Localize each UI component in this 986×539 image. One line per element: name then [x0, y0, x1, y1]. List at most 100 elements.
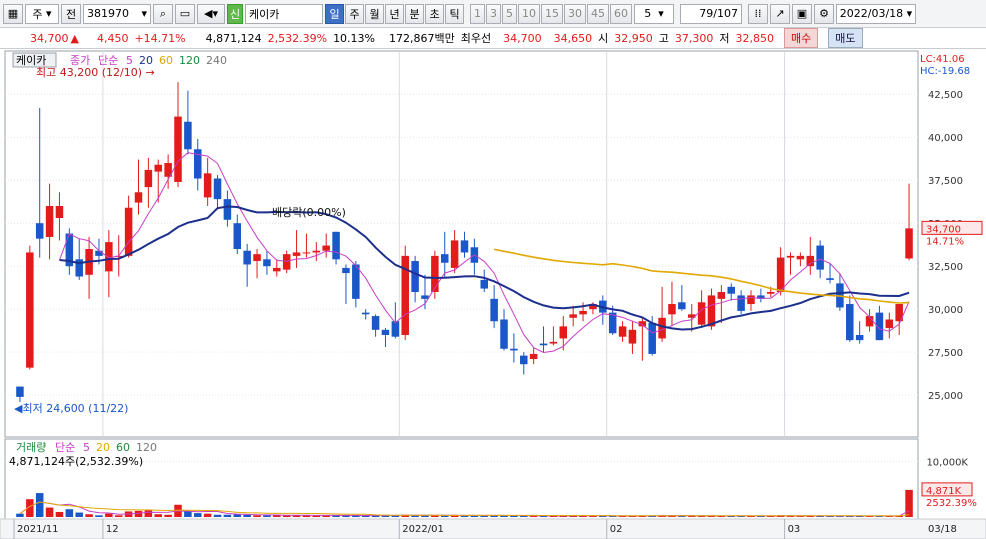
- y-tick-label: 30,000: [928, 305, 963, 316]
- y-tick-label: 40,000: [928, 133, 963, 144]
- open-value: 32,950: [614, 31, 653, 45]
- interval-button-15[interactable]: 15: [541, 3, 563, 24]
- new-listing-badge: 신: [227, 3, 243, 24]
- draw-tool-icon[interactable]: ↗: [770, 3, 790, 24]
- candle-body: [559, 326, 568, 339]
- volume-bar: [114, 515, 123, 517]
- buy-button[interactable]: 매수: [784, 28, 819, 48]
- candle-body: [174, 116, 182, 182]
- interval-button-1[interactable]: 1: [470, 3, 485, 24]
- date-input[interactable]: 2022/03/18 ▾: [836, 3, 916, 24]
- interval-button-5[interactable]: 5: [502, 3, 517, 24]
- period-tab-4[interactable]: 분: [405, 3, 424, 24]
- candle-body: [460, 240, 469, 253]
- dividend-annotation: 배당락(0.00%): [272, 206, 346, 219]
- gear-icon[interactable]: ⚙: [814, 3, 834, 24]
- volume-bar: [510, 515, 518, 517]
- sell-button[interactable]: 매도: [828, 28, 863, 48]
- period-tab-2[interactable]: 월: [365, 3, 384, 24]
- candle-body: [421, 295, 429, 299]
- period-tab-5[interactable]: 초: [425, 3, 444, 24]
- candle-body: [253, 254, 261, 262]
- candle-body: [391, 321, 400, 337]
- candle-body: [668, 304, 676, 315]
- candle-body: [766, 291, 775, 294]
- candle-body: [203, 173, 212, 198]
- candle-body: [263, 259, 271, 267]
- candle-body: [806, 255, 815, 267]
- candle-body: [846, 304, 854, 341]
- candle-body: [361, 312, 370, 315]
- candle-body: [273, 267, 281, 272]
- last-pct-label: 14.71%: [926, 236, 964, 247]
- last-price-label: 34,700: [926, 224, 961, 235]
- volume-bar: [253, 515, 261, 517]
- period-tab-6[interactable]: 틱: [445, 3, 464, 24]
- candle-body: [747, 295, 755, 305]
- volume-bar: [184, 511, 192, 517]
- candle-body: [737, 295, 745, 311]
- interval-button-45[interactable]: 45: [587, 3, 609, 24]
- candle-body: [105, 242, 113, 272]
- date-value: 2022/03/18: [839, 7, 904, 20]
- stock-code-input[interactable]: 381970 ▾: [83, 3, 151, 24]
- candle-body: [233, 223, 242, 249]
- search-icon[interactable]: ⌕: [153, 3, 173, 24]
- quote-bar: 34,700 ▲ 4,450 +14.71% 4,871,124 2,532.3…: [0, 28, 986, 49]
- y-tick-label: 25,000: [928, 391, 963, 402]
- candle-body: [184, 121, 192, 150]
- candle-body: [549, 341, 558, 344]
- lc-label: LC:41.06: [920, 54, 965, 65]
- period-tab-3[interactable]: 년: [385, 3, 404, 24]
- min-annotation: ◀최저 24,600 (11/22): [14, 402, 128, 415]
- trade-value: 172,867백만: [389, 32, 455, 45]
- interval-select[interactable]: 5 ▾: [634, 3, 674, 24]
- candle-body: [648, 322, 656, 354]
- volume-last-label: 4,871K: [926, 486, 962, 497]
- candle-body: [905, 228, 913, 259]
- grid-icon[interactable]: ⁞⁞: [748, 3, 768, 24]
- stock-code-value: 381970: [87, 7, 129, 20]
- volume-legend-item: 단순: [55, 441, 75, 454]
- x-tick-label-end: 03/18: [928, 524, 957, 535]
- current-price: 34,700: [30, 31, 69, 45]
- candle-body: [776, 257, 785, 292]
- volume-bar: [154, 514, 163, 517]
- copy-icon[interactable]: ▭: [175, 3, 195, 24]
- speaker-icon[interactable]: ◀▾: [197, 3, 225, 24]
- chart-settings-icon[interactable]: ▦: [3, 3, 23, 24]
- candle-body: [727, 286, 735, 294]
- candle-body: [16, 386, 24, 397]
- best-ask: 34,700: [503, 31, 542, 45]
- candle-body: [213, 178, 222, 200]
- candle-body: [816, 245, 824, 270]
- volume-tick-label: 10,000K: [926, 457, 968, 468]
- interval-button-60[interactable]: 60: [610, 3, 632, 24]
- interval-button-30[interactable]: 30: [564, 3, 586, 24]
- turnover-rate: 10.13%: [333, 31, 376, 45]
- price-chart[interactable]: 42,50040,00037,50035,00032,50030,00027,5…: [0, 50, 986, 539]
- volume-bar: [144, 510, 153, 517]
- candle-body: [579, 310, 587, 315]
- prev-button[interactable]: 전: [61, 3, 81, 24]
- period-tab-0[interactable]: 일: [325, 3, 344, 24]
- volume-header: 4,871,124주(2,532.39%): [9, 455, 143, 468]
- period-tabs: 일주월년분초틱: [325, 3, 464, 24]
- x-tick-label: 12: [106, 524, 119, 535]
- candle-body: [628, 329, 637, 344]
- candle-body: [717, 291, 726, 299]
- candle-body: [529, 353, 538, 360]
- candle-body: [707, 295, 716, 327]
- volume-bar: [16, 513, 24, 517]
- price-legend-item: 120: [179, 54, 200, 67]
- low-label: 저: [719, 32, 730, 45]
- stock-name-field[interactable]: 케이카: [245, 3, 323, 24]
- period-tab-1[interactable]: 주: [345, 3, 364, 24]
- chart-type-select[interactable]: 주 ▾: [25, 3, 59, 24]
- interval-button-3[interactable]: 3: [486, 3, 501, 24]
- x-tick-label: 02: [610, 524, 623, 535]
- save-icon[interactable]: ▣: [792, 3, 812, 24]
- candle-body: [95, 250, 103, 256]
- price-legend-item: 240: [206, 54, 227, 67]
- interval-button-10[interactable]: 10: [518, 3, 540, 24]
